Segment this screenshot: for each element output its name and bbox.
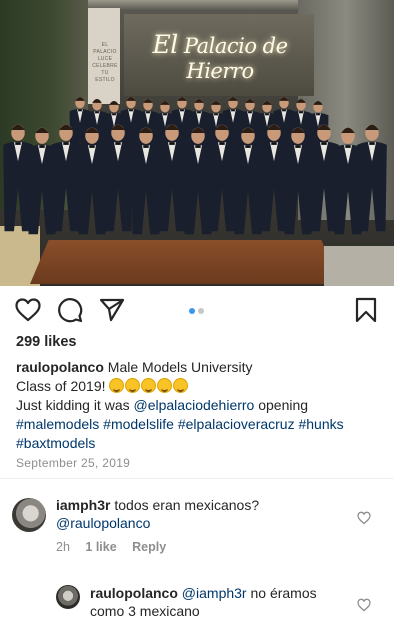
mention-link[interactable]: @elpalaciodehierro xyxy=(134,397,255,413)
laughing-emoji-icon xyxy=(109,378,125,393)
group-of-men-in-suits xyxy=(3,97,387,235)
person-figure xyxy=(357,124,387,232)
save-button[interactable] xyxy=(352,296,380,324)
laughing-emoji-icon xyxy=(125,378,141,393)
hashtags-line1[interactable]: #malemodels #modelslife #elpalacioveracr… xyxy=(16,416,344,432)
carousel-indicator xyxy=(184,308,214,314)
rofl-emoji-icon xyxy=(173,378,189,393)
comment-username[interactable]: iamph3r xyxy=(56,497,110,513)
comment-bubble-icon xyxy=(58,298,83,323)
comment-time: 2h xyxy=(56,540,70,554)
comment-button[interactable] xyxy=(56,296,84,324)
comment: iamph3r todos eran mexicanos? @raulopola… xyxy=(56,496,346,532)
paper-plane-icon xyxy=(99,298,125,322)
rofl-emoji-icon xyxy=(157,378,173,393)
heart-outline-icon xyxy=(15,298,41,322)
comment-reply: raulopolanco @iamph3r no éramos como 3 m… xyxy=(90,584,340,620)
caption-username[interactable]: raulopolanco xyxy=(16,359,104,375)
like-button[interactable] xyxy=(14,296,42,324)
comment-meta: 2h 1 like Reply xyxy=(56,540,178,554)
bookmark-icon xyxy=(355,297,377,323)
post-action-bar xyxy=(0,290,394,328)
comment-body: todos eran mexicanos? xyxy=(114,497,260,513)
comment-like-count[interactable]: 1 like xyxy=(85,540,116,554)
carousel-dot-active xyxy=(189,308,195,314)
comment-username[interactable]: raulopolanco xyxy=(90,585,178,601)
post-date: September 25, 2019 xyxy=(16,456,131,470)
divider xyxy=(0,478,394,479)
caption-line3-suffix: opening xyxy=(254,397,309,413)
post-caption: raulopolanco Male Models University Clas… xyxy=(16,358,386,453)
reply-button[interactable]: Reply xyxy=(132,540,166,554)
avatar[interactable] xyxy=(56,585,80,609)
comment-mention[interactable]: @raulopolanco xyxy=(56,515,150,531)
carousel-dot[interactable] xyxy=(198,308,204,314)
avatar[interactable] xyxy=(12,498,46,532)
share-button[interactable] xyxy=(98,296,126,324)
comment-mention[interactable]: @iamph3r xyxy=(182,585,247,601)
caption-line2: Class of 2019! xyxy=(16,378,106,394)
post-photo[interactable]: EL PALACIO LUCE CELEBRE TU ESTILO El Pal… xyxy=(0,0,394,286)
comment-like-heart-icon[interactable] xyxy=(357,511,371,525)
caption-line1: Male Models University xyxy=(107,359,253,375)
like-count[interactable]: 299 likes xyxy=(16,334,76,350)
caption-line3-prefix: Just kidding it was xyxy=(16,397,134,413)
hashtag-baxtmodels[interactable]: #baxtmodels xyxy=(16,435,95,451)
comment-like-heart-icon[interactable] xyxy=(357,598,371,612)
rofl-emoji-icon xyxy=(141,378,157,393)
